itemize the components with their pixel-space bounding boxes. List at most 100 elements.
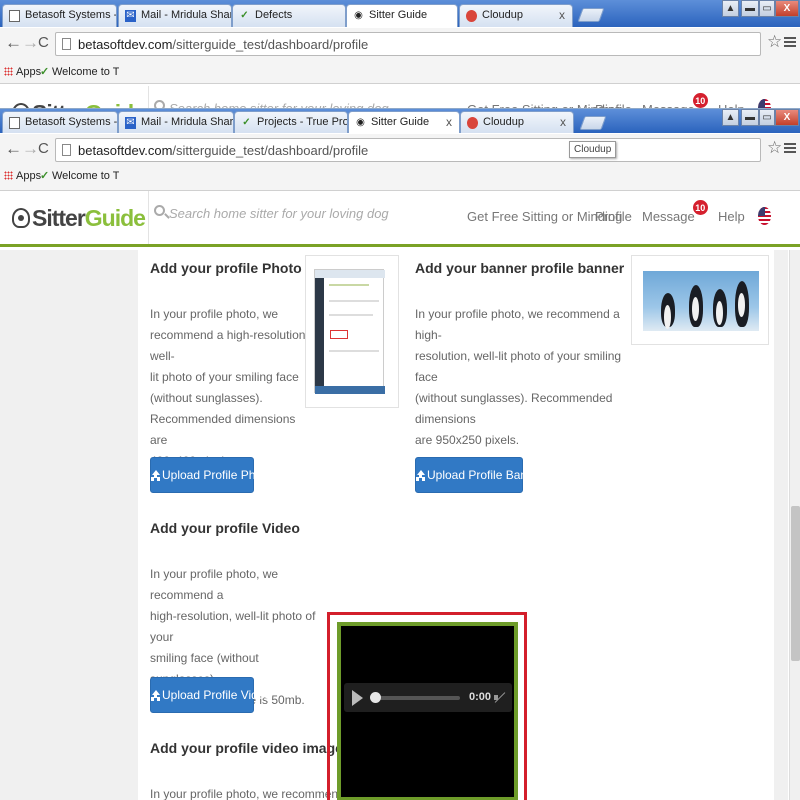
forward-icon[interactable]: → [22,140,39,158]
trueprojects-icon: ✓ [40,170,50,182]
profile-photo-title: Add your profile Photo [150,260,302,276]
menu-icon[interactable] [784,37,796,49]
address-bar[interactable]: betasoftdev.com/sitterguide_test/dashboa… [55,138,761,162]
browser-toolbar: ← → C betasoftdev.com/sitterguide_test/d… [0,28,800,60]
user-icon[interactable]: ▲ [722,109,739,126]
document-icon [9,117,20,129]
address-bar[interactable]: betasoftdev.com/sitterguide_test/dashboa… [55,32,761,56]
menu-icon[interactable] [784,143,796,155]
upload-icon [151,470,160,480]
close-tab-icon[interactable]: x [446,115,452,129]
bookmarks-bar: Apps ✓ Welcome to True Proj [0,60,800,84]
search-input[interactable]: Search home sitter for your loving dog [148,86,448,110]
tab-defects[interactable]: ✓ Defects [232,4,346,27]
bookmark-trueprojects[interactable]: Welcome to True Proj [52,170,119,182]
tab-hrms[interactable]: Betasoft Systems - HRMS [2,111,118,133]
back-icon[interactable]: ← [5,34,22,52]
link-profile[interactable]: Profile [595,209,632,224]
back-icon[interactable]: ← [5,140,22,158]
close-window-button[interactable]: X [775,0,799,17]
page-icon [62,38,71,50]
mute-icon[interactable] [493,691,507,704]
maximize-button[interactable]: ▭ [759,0,775,17]
minimize-button[interactable]: ▬ [741,109,759,126]
profile-photo-preview [305,255,399,408]
front-browser-window: Betasoft Systems - HRMS ✉Mail - Mridula … [0,108,800,800]
upload-icon [151,690,160,700]
upload-profile-photo-button[interactable]: Upload Profile Photo [150,457,272,493]
new-tab-button[interactable] [579,116,607,130]
bookmark-trueprojects[interactable]: Welcome to True Proj [52,66,119,78]
reload-icon[interactable]: C [38,140,49,158]
close-window-button[interactable]: X [775,109,799,126]
profile-video-image-description: In your profile photo, we recommend a hi… [150,787,385,800]
minimize-button[interactable]: ▬ [741,0,759,17]
tab-hrms[interactable]: Betasoft Systems - HRMS [2,4,117,27]
upload-profile-banner-button[interactable]: Upload Profile Banner [415,457,544,493]
reload-icon[interactable]: C [38,34,49,52]
sitterguide-icon: ◉ [356,117,365,128]
bookmarks-bar: Apps ✓ Welcome to True Proj [0,164,800,191]
link-help[interactable]: Help [718,209,745,224]
new-tab-button[interactable] [577,8,605,22]
mail-icon: ✉ [125,117,136,129]
maximize-button[interactable]: ▭ [759,109,775,126]
tab-sitter-guide[interactable]: ◉ Sitter Guide x [348,111,460,133]
back-site-header: SitterGuide Search home sitter for your … [0,86,800,110]
link-message[interactable]: Message 10 [642,199,709,224]
banner-title: Add your banner profile banner [415,260,625,276]
banner-description: In your profile photo, we recommend a hi… [415,307,622,447]
banner-preview [631,255,769,345]
profile-video-title: Add your profile Video [150,520,300,536]
scrollbar-thumb[interactable] [791,506,800,661]
tab-projects[interactable]: ✓Projects - True Projects 1. [234,111,348,133]
seek-bar[interactable] [372,696,460,700]
site-logo[interactable]: SitterGuide [12,205,146,232]
user-icon[interactable]: ▲ [722,0,739,17]
tab-mail[interactable]: ✉Mail - Mridula Sharma - C [118,111,234,133]
penguins-image [643,271,759,331]
document-icon [9,10,20,22]
checkmark-icon: ✓ [240,10,249,21]
forward-icon[interactable]: → [22,34,39,52]
sitterguide-logo-icon [12,208,30,228]
play-icon[interactable] [352,690,363,706]
mail-icon: ✉ [125,10,136,22]
tab-mail[interactable]: ✉Mail - Mridula Sharma - C [118,4,232,27]
back-browser-window: Betasoft Systems - HRMS ✉Mail - Mridula … [0,0,800,110]
message-badge: 10 [691,199,709,216]
tab-cloudup[interactable]: Cloudup x [459,4,573,27]
upload-profile-video-button[interactable]: Upload Profile Video [150,677,271,713]
profile-photo-description: In your profile photo, we recommend a hi… [150,307,309,468]
browser-toolbar: ← → C betasoftdev.com/sitterguide_test/d… [0,134,800,164]
trueprojects-icon: ✓ [40,66,50,78]
checkmark-icon: ✓ [242,117,251,128]
page-icon [62,144,71,156]
tab-strip: Betasoft Systems - HRMS ✉Mail - Mridula … [0,0,800,27]
tab-strip: Betasoft Systems - HRMS ✉Mail - Mridula … [0,109,800,133]
tab-tooltip: Cloudup [569,141,617,158]
cloudup-icon [466,10,477,22]
close-tab-icon[interactable]: x [560,115,566,129]
time-display: 0:00 [469,691,492,703]
star-icon[interactable]: ☆ [767,138,782,158]
bookmark-apps[interactable]: Apps [16,170,41,182]
site-header: SitterGuide Search home sitter for your … [0,191,800,247]
tab-cloudup[interactable]: Cloudup x [460,111,574,133]
tab-sitter-guide[interactable]: ◉ Sitter Guide [346,4,458,27]
us-flag-icon[interactable] [758,207,771,225]
upload-icon [416,470,425,480]
message-badge: 10 [691,92,709,109]
sitterguide-icon: ◉ [354,10,363,21]
cloudup-icon [467,117,478,129]
search-icon [154,205,165,216]
profile-video-image-title: Add your profile video image [150,740,343,756]
video-player[interactable]: 0:00 [337,622,518,800]
bookmark-apps[interactable]: Apps [16,66,41,78]
star-icon[interactable]: ☆ [767,32,782,52]
seek-handle[interactable] [370,692,381,703]
page-scrollbar[interactable] [789,250,800,800]
search-input[interactable]: Search home sitter for your loving dog [148,191,448,244]
close-tab-icon[interactable]: x [559,8,565,22]
video-controls: 0:00 [344,683,512,712]
